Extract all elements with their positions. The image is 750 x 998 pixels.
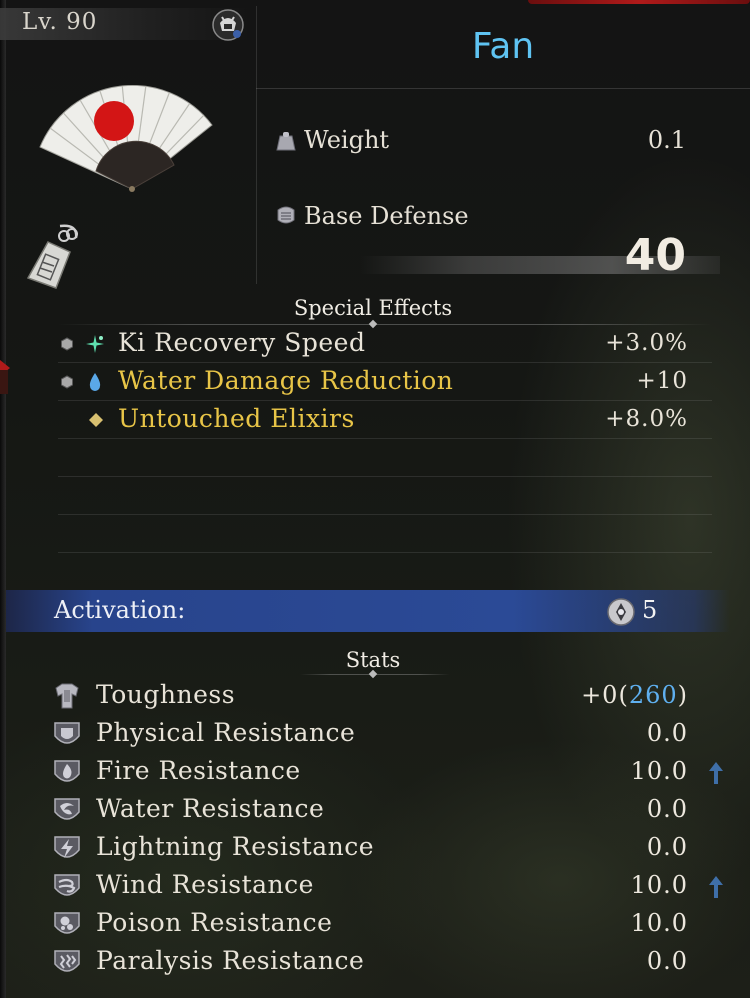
fan-item-image [39,85,213,192]
gold-diamond-icon [89,413,103,427]
base-defense-label: Base Defense [304,202,469,230]
wind-resistance-icon [54,874,80,896]
stat-value-lightning-resistance: 0.0 [646,833,688,861]
activation-orb-icon [607,598,635,626]
stat-label-water-resistance: Water Resistance [96,794,325,823]
effect-row-divider [58,552,712,553]
top-red-accent [528,0,750,4]
effect-value-ki-recovery: +3.0% [605,330,688,356]
toughness-suffix: ) [677,681,688,709]
stat-increase-arrow-icon [709,762,723,784]
special-effects-divider [58,324,712,325]
header-divider [256,88,750,89]
stat-value-physical-resistance: 0.0 [646,719,688,747]
stat-value-wind-resistance: 10.0 [630,871,688,899]
base-defense-icon [277,206,295,224]
weight-value: 0.1 [647,126,686,154]
divider-ornament [368,319,378,329]
effect-row-divider [58,438,712,439]
stat-value-fire-resistance: 10.0 [630,757,688,785]
effect-row-divider [58,514,712,515]
frame-left-edge [0,0,6,998]
toughness-max: 260 [628,681,678,709]
samurai-helmet-icon [212,9,244,41]
weight-icon [276,132,296,151]
item-title: Fan [471,26,535,67]
stat-label-physical-resistance: Physical Resistance [96,718,356,747]
ki-sparkle-icon [86,335,104,353]
stat-label-lightning-resistance: Lightning Resistance [96,832,375,861]
stat-label-toughness: Toughness [96,680,236,709]
side-tab [0,370,8,394]
omamori-charm-icon [26,224,78,289]
toughness-icon [55,683,79,709]
item-level: Lv. 90 [22,9,98,35]
stat-value-paralysis-resistance: 0.0 [646,947,688,975]
activation-label: Activation: [54,596,186,624]
effect-label-ki-recovery: Ki Recovery Speed [118,328,366,357]
fire-resistance-icon [54,760,80,782]
effect-label-untouched-elixirs: Untouched Elixirs [118,404,355,433]
activation-value: 5 [642,596,658,624]
stat-increase-arrow-icon [709,876,723,898]
effect-value-untouched-elixirs: +8.0% [605,406,688,432]
stats-title: Stats [345,648,401,672]
weight-label: Weight [304,126,390,154]
effect-row-divider [58,476,712,477]
effect-label-water-damage-reduction: Water Damage Reduction [118,366,454,395]
stat-label-paralysis-resistance: Paralysis Resistance [96,946,365,975]
water-resistance-icon [54,798,80,820]
stat-value-poison-resistance: 10.0 [630,909,688,937]
lightning-resistance-icon [54,836,80,858]
physical-resistance-icon [54,722,80,744]
stat-value-water-resistance: 0.0 [646,795,688,823]
hexagon-slot-icon [61,337,73,351]
effect-value-water-damage-reduction: +10 [636,368,688,394]
toughness-prefix: +0( [581,681,629,709]
poison-resistance-icon [54,912,80,934]
stat-label-fire-resistance: Fire Resistance [96,756,301,785]
hexagon-slot-icon [61,375,73,389]
effect-row-divider [58,400,712,401]
stat-label-poison-resistance: Poison Resistance [96,908,333,937]
stat-label-wind-resistance: Wind Resistance [96,870,314,899]
effect-row-divider [58,362,712,363]
special-effects-title: Special Effects [293,296,453,320]
paralysis-resistance-icon [54,950,80,972]
stat-value-toughness: +0(260) [520,681,688,709]
water-drop-icon [89,373,101,391]
base-defense-value: 40 [624,230,686,281]
